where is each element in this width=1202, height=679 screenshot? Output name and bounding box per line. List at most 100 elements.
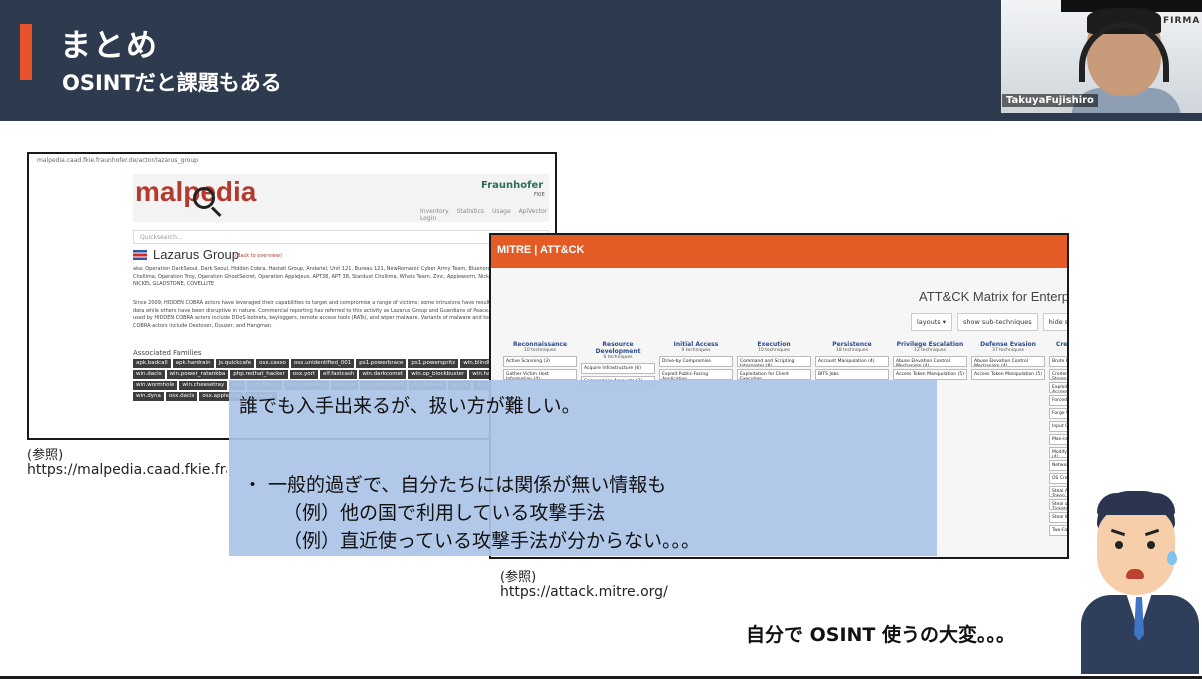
technique-cell: Modify Authentication Process (4) [1049,447,1067,458]
nav-statistics: Statistics [456,208,485,215]
technique-cell: Two-Factor [1049,525,1067,536]
magnifier-icon [193,187,215,209]
technique-cell: Man-in-the-Middle (2) [1049,434,1067,445]
sweat-drop-icon [1167,551,1177,565]
nav-apivector: ApiVector [518,208,548,215]
show-subtechniques-button: show sub-techniques [957,313,1038,331]
technique-cell: Access Token Manipulation (5) [971,369,1045,380]
technique-cell: Access Token Manipulation (5) [893,369,967,380]
malpedia-search: Quicksearch... [133,230,549,244]
actor-heading: Lazarus Group [153,247,239,262]
worried-face-icon [1097,507,1175,595]
family-tag: win.dyna [133,392,164,401]
matrix-title: ATT&CK Matrix for Enterprise [919,289,1069,304]
family-tag: apk.badcall [133,359,171,368]
tactic-name: Initial Access [673,341,719,348]
tactic-name: Privilege Escalation [896,341,964,348]
family-tag: win.power_ratankba [166,370,229,379]
technique-cell: Network Sniffing [1049,460,1067,471]
family-tag: win.darkcomet [359,370,407,379]
family-tag: osx.casso [256,359,289,368]
mitre-topbar: MITRE | ATT&CK [491,235,1067,268]
reference-url-1: https://malpedia.caad.fkie.fraunhofer.de… [27,462,227,478]
tactic-name: Reconnaissance [512,341,568,348]
family-tag: win.wormhole [133,381,178,390]
technique-count: 15 techniques [1049,348,1067,353]
worried-man-illustration [1079,487,1202,674]
callout-headline: 誰でも入手出来るが、扱い方が難しい。 [239,395,581,417]
back-link: (Back to overview) [235,253,282,259]
technique-cell: Exploitation for Credential Access [1049,382,1067,393]
malpedia-nav: Inventory Statistics Usage ApiVector Log… [414,208,555,222]
reference-label-1: (参照) [27,448,64,463]
technique-cell: OS Credential Dumping (8) [1049,473,1067,484]
hide-subtechniques-button: hide sub-techniques [1042,313,1067,331]
technique-cell: Steal or Forge Kerberos Tickets (4) [1049,499,1067,510]
family-tag: osx.dacls [165,392,198,401]
technique-cell: Gather Victim Host Information (4) [503,369,577,380]
callout-example-2: （例）直近使っている攻撃手法が分からない。。。 [283,530,701,552]
accent-bar [20,24,32,80]
fraunhofer-logo: Fraunhofer [481,180,544,191]
technique-cell: Input Capture (4) [1049,421,1067,432]
reference-url-2: https://attack.mitre.org/ [500,584,668,600]
mitre-logo: MITRE | ATT&CK [497,244,585,256]
technique-cell: Credentials from Password Stores (5) [1049,369,1067,380]
technique-cell: Drive-by Compromise [659,356,733,367]
technique-cell: Steal Web Session Cookie [1049,512,1067,523]
presenter-webcam: FIRMA TakuyaFujishiro [1001,0,1202,113]
technique-cell: Forced Authentication [1049,395,1067,406]
slide-subtitle: OSINTだと課題もある [62,71,282,95]
nav-usage: Usage [491,208,511,215]
tactic-name: Credential Access [1055,341,1068,348]
tactic-column: Credential Access15 techniques Brute Forc… [1049,341,1068,538]
layouts-button: layouts ▾ [911,313,952,331]
technique-cell: Exploitation for Client Execution [737,369,811,380]
technique-cell: Steal Application Access Token [1049,486,1067,497]
slide-title: まとめ [60,28,159,64]
callout-bullet: ・ 一般的過ぎで、自分たちには関係が無い情報も [243,474,667,496]
callout-box: 誰でも入手出来るが、扱い方が難しい。 ・ 一般的過ぎで、自分たちには関係が無い情… [229,380,937,556]
presenter-name: TakuyaFujishiro [1002,94,1098,107]
brand-logo: FIRMA [1163,16,1201,26]
family-tag: php.redhat_hacker [230,370,288,379]
technique-count: 18 techniques [836,348,868,353]
technique-cell: Brute Force (4) [1049,356,1067,367]
north-korea-flag-icon [133,250,147,260]
technique-count: 37 techniques [992,348,1024,353]
family-tag: ps1.powerspritz [408,359,459,368]
family-tag: win.cheesetray [179,381,228,390]
tactic-name: Execution [757,341,791,348]
technique-cell: Command and Scripting Interpreter (8) [737,356,811,367]
technique-count: 6 techniques [603,355,633,360]
associated-families-label: Associated Families [133,349,202,357]
technique-cell: Account Manipulation (4) [815,356,889,367]
callout-example-1: （例）他の国で利用している攻撃手法 [283,502,606,524]
tactic-name: Resource Development [595,341,641,355]
tactic-name: Defense Evasion [980,341,1036,348]
closing-remark: 自分で OSINT 使うの大変。。。 [746,624,1015,646]
family-tag: js.quickcafe [215,359,255,368]
technique-cell: Active Scanning (3) [503,356,577,367]
technique-count: 10 techniques [524,348,556,353]
tactic-column: Defense Evasion 37 techniques Abuse Elevat… [971,341,1045,538]
family-tag: apk.hardrain [172,359,214,368]
family-tag: osx.yort [289,370,319,379]
nav-login: Login [420,215,437,222]
technique-cell: Acquire Infrastructure (6) [581,363,655,374]
reference-label-2: (参照) [500,570,537,585]
technique-count: 12 techniques [914,348,946,353]
malpedia-url-bar: malpedia.caad.fkie.fraunhofer.de/actor/l… [37,157,198,164]
family-tag: elf.fastcash [320,370,358,379]
technique-count: 10 techniques [758,348,790,353]
technique-count: 9 techniques [681,348,711,353]
technique-cell: Abuse Elevation Control Mechanism (4) [971,356,1045,367]
tactic-name: Persistence [832,341,872,348]
technique-cell: Abuse Elevation Control Mechanism (4) [893,356,967,367]
actor-description: Since 2009, HIDDEN COBRA actors have lev… [133,300,548,329]
actor-aliases: aka: Operation DarkSeoul, Dark Seoul, Hi… [133,266,548,287]
family-tag: win.op_blockbuster [408,370,468,379]
technique-cell: Exploit Public-Facing Application [659,369,733,380]
family-tag: win.dacls [133,370,165,379]
nav-inventory: Inventory [420,208,449,215]
